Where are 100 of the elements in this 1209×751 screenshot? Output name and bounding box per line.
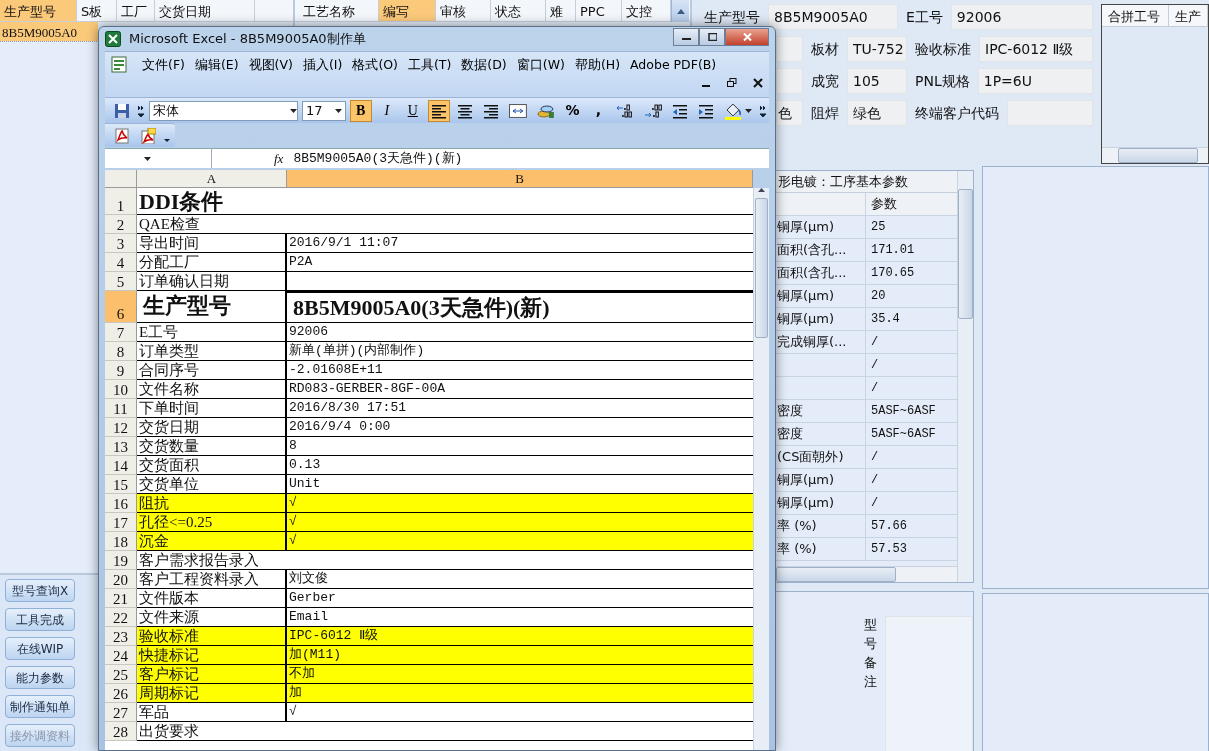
row-header[interactable]: 1 bbox=[105, 188, 137, 215]
row-header[interactable]: 9 bbox=[105, 361, 137, 380]
row-header[interactable]: 18 bbox=[105, 532, 137, 551]
caret-icon[interactable] bbox=[334, 108, 342, 113]
scroll-thumb[interactable] bbox=[755, 198, 768, 338]
row-header[interactable]: 3 bbox=[105, 234, 137, 253]
column-header[interactable]: 合拼工号 bbox=[1102, 5, 1169, 26]
field-label: E工号 bbox=[905, 8, 944, 27]
column-header[interactable]: 状态 bbox=[491, 0, 546, 21]
row-header[interactable]: 6 bbox=[105, 291, 137, 323]
scroll-up-icon[interactable] bbox=[758, 188, 765, 192]
column-header[interactable]: 难 bbox=[546, 0, 576, 21]
scroll-thumb[interactable] bbox=[1118, 148, 1198, 163]
row-header[interactable]: 24 bbox=[105, 646, 137, 665]
row-header[interactable]: 25 bbox=[105, 665, 137, 684]
format-button[interactable]: U bbox=[401, 99, 424, 122]
value-field: 绿色 bbox=[847, 100, 907, 126]
row-header[interactable]: 5 bbox=[105, 272, 137, 291]
row-header[interactable]: 15 bbox=[105, 475, 137, 494]
vertical-scrollbar[interactable] bbox=[957, 171, 973, 582]
row-header[interactable]: 27 bbox=[105, 703, 137, 722]
caret-icon[interactable] bbox=[290, 108, 297, 113]
column-header[interactable]: 审核 bbox=[436, 0, 491, 21]
row-header[interactable]: 7 bbox=[105, 323, 137, 342]
row-header[interactable]: 19 bbox=[105, 551, 137, 570]
table-cell: -2.01608E+11 bbox=[287, 361, 753, 380]
side-button[interactable]: 型号查询X bbox=[5, 579, 75, 602]
menu-item[interactable]: 工具(T) bbox=[402, 55, 457, 75]
scroll-thumb[interactable] bbox=[776, 567, 896, 582]
caret-icon[interactable] bbox=[144, 156, 151, 161]
menu-item[interactable]: 文件(F) bbox=[137, 55, 190, 75]
row-header[interactable]: 10 bbox=[105, 380, 137, 399]
row-header[interactable]: 13 bbox=[105, 437, 137, 456]
restore-icon[interactable] bbox=[727, 78, 737, 88]
scroll-up-icon[interactable] bbox=[676, 8, 685, 14]
field-label: 验收标准 bbox=[914, 40, 972, 59]
row-header[interactable]: 26 bbox=[105, 684, 137, 703]
row-header[interactable]: 23 bbox=[105, 627, 137, 646]
function-label[interactable]: fx bbox=[274, 148, 284, 169]
field-label: 板材 bbox=[810, 40, 840, 59]
close-button[interactable] bbox=[725, 28, 769, 46]
side-button[interactable]: 工具完成 bbox=[5, 608, 75, 631]
column-header[interactable]: 生产 bbox=[1169, 5, 1208, 26]
notes-field[interactable] bbox=[885, 616, 973, 751]
column-header[interactable]: B bbox=[287, 170, 753, 187]
column-header[interactable]: S板 bbox=[77, 0, 117, 21]
side-button[interactable]: 在线WIP bbox=[5, 637, 75, 660]
column-header[interactable]: 生产型号 bbox=[0, 0, 77, 21]
column-header[interactable]: 编写 bbox=[379, 0, 436, 21]
column-header[interactable]: 工厂 bbox=[117, 0, 155, 21]
menu-item[interactable]: 视图(V) bbox=[243, 55, 298, 75]
horizontal-scrollbar[interactable] bbox=[1102, 147, 1208, 163]
menu-item[interactable]: 帮助(H) bbox=[569, 55, 626, 75]
row-header[interactable]: 14 bbox=[105, 456, 137, 475]
row-header[interactable]: 21 bbox=[105, 589, 137, 608]
row-header[interactable]: 16 bbox=[105, 494, 137, 513]
toolbar-options-icon[interactable] bbox=[137, 103, 145, 118]
table-cell: 军品 bbox=[137, 703, 287, 722]
font-select[interactable]: 宋体 bbox=[148, 100, 298, 121]
menu-item[interactable]: 窗口(W) bbox=[511, 55, 570, 75]
sheet-menu-icon[interactable] bbox=[111, 56, 129, 74]
menu-item[interactable]: 格式(O) bbox=[347, 55, 403, 75]
menu-item[interactable]: 插入(I) bbox=[297, 55, 348, 75]
horizontal-scrollbar[interactable] bbox=[776, 566, 957, 582]
minimize-button[interactable] bbox=[673, 28, 699, 46]
row-header[interactable]: 8 bbox=[105, 342, 137, 361]
row-header[interactable]: 4 bbox=[105, 253, 137, 272]
menu-item[interactable]: Adobe PDF(B) bbox=[625, 55, 722, 75]
font-size-select[interactable]: 17 bbox=[302, 100, 346, 121]
caret-icon[interactable] bbox=[745, 108, 753, 113]
menu-item[interactable]: 编辑(E) bbox=[189, 55, 244, 75]
row-header[interactable]: 11 bbox=[105, 399, 137, 418]
menu-item[interactable]: 数据(D) bbox=[456, 55, 512, 75]
scroll-thumb[interactable] bbox=[958, 189, 973, 319]
paint-bucket-icon[interactable] bbox=[724, 101, 743, 120]
formula-field[interactable]: 8B5M9005A0(3天急件)(新) bbox=[293, 148, 769, 169]
side-button[interactable]: 能力参数 bbox=[5, 666, 75, 689]
format-button[interactable]: B bbox=[349, 99, 372, 122]
table-cell[interactable]: 8B5M9005A0 bbox=[0, 22, 98, 41]
maximize-button[interactable] bbox=[699, 28, 725, 46]
format-button[interactable]: % bbox=[561, 99, 584, 122]
row-header[interactable]: 28 bbox=[105, 722, 137, 741]
row-header[interactable]: 12 bbox=[105, 418, 137, 437]
maximize-icon[interactable] bbox=[707, 33, 717, 41]
toolbar-options-icon[interactable] bbox=[759, 103, 767, 118]
format-button[interactable]: I bbox=[375, 99, 398, 122]
value-field bbox=[776, 68, 803, 94]
row-header[interactable]: 17 bbox=[105, 513, 137, 532]
row-header[interactable]: 2 bbox=[105, 215, 137, 234]
side-button[interactable]: 制作通知单 bbox=[5, 695, 75, 718]
format-button[interactable]: , bbox=[587, 99, 610, 122]
table-cell: 刘文俊 bbox=[287, 570, 753, 589]
close-icon[interactable] bbox=[753, 78, 763, 88]
row-header[interactable]: 20 bbox=[105, 570, 137, 589]
value-field bbox=[776, 36, 803, 62]
row-header[interactable]: 22 bbox=[105, 608, 137, 627]
column-header[interactable]: 交货日期 bbox=[155, 0, 255, 21]
vertical-scrollbar[interactable] bbox=[753, 188, 769, 750]
table-cell: 交货数量 bbox=[137, 437, 287, 456]
column-header[interactable]: PPC bbox=[576, 0, 622, 21]
